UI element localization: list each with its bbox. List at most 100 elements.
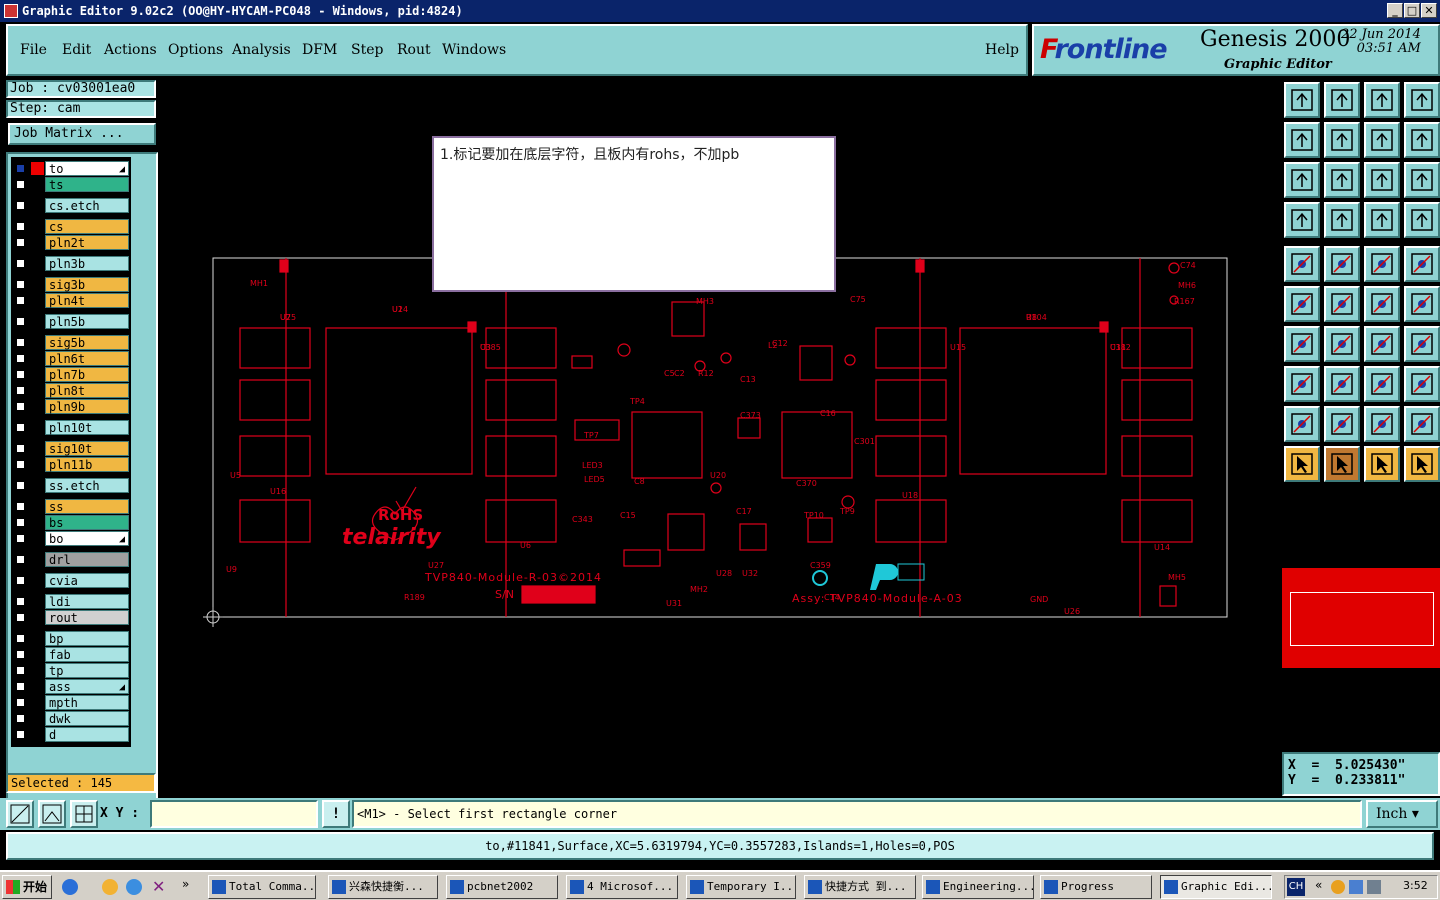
taskbar-item[interactable]: pcbnet2002 — [446, 875, 558, 899]
frame-icon[interactable] — [1404, 326, 1440, 362]
tray-volume-icon[interactable] — [1367, 880, 1381, 894]
layer-name[interactable]: cs.etch — [45, 198, 129, 213]
overview-viewport[interactable] — [1290, 592, 1434, 646]
tools-icon[interactable] — [1284, 202, 1320, 238]
layer-name[interactable]: pln3b — [45, 256, 129, 271]
tray-expand-icon[interactable]: « — [1315, 878, 1322, 892]
taskbar-item[interactable]: 4 Microsof... — [566, 875, 678, 899]
ie-icon[interactable] — [62, 879, 78, 895]
layer-name[interactable]: sig3b — [45, 277, 129, 292]
layer-name[interactable]: tp — [45, 663, 129, 678]
taskbar-item[interactable]: Engineering... — [922, 875, 1034, 899]
layer-name[interactable]: bp — [45, 631, 129, 646]
layer-checkbox[interactable] — [15, 221, 26, 232]
layer-row[interactable]: pln8t — [11, 383, 129, 399]
help-icon[interactable] — [1404, 162, 1440, 198]
move-up-icon[interactable] — [1284, 82, 1320, 118]
menu-analysis[interactable]: Analysis — [232, 42, 291, 58]
ratio-icon[interactable] — [1364, 162, 1400, 198]
layer-name[interactable]: pln10t — [45, 420, 129, 435]
tray-network-icon[interactable] — [1349, 880, 1363, 894]
x-icon[interactable]: ✕ — [152, 877, 165, 896]
start-button[interactable]: 开始 — [2, 875, 52, 899]
layer-name[interactable]: d — [45, 727, 129, 742]
node-2-icon[interactable] — [1404, 286, 1440, 322]
measure-icon[interactable] — [38, 800, 66, 828]
minimize-button[interactable]: _ — [1387, 3, 1403, 18]
layer-checkbox[interactable] — [15, 459, 26, 470]
layer-checkbox[interactable] — [15, 295, 26, 306]
triangle-icon[interactable] — [1284, 406, 1320, 442]
tray-app-icon[interactable] — [1331, 880, 1345, 894]
layer-checkbox[interactable] — [15, 665, 26, 676]
clock-icon[interactable] — [102, 879, 118, 895]
layer-name[interactable]: ass ◢ — [45, 679, 129, 694]
layer-checkbox[interactable] — [15, 633, 26, 644]
select-3-icon[interactable] — [1364, 446, 1400, 482]
tray-clock[interactable]: 3:52 — [1403, 879, 1428, 892]
circle-icon[interactable] — [1404, 246, 1440, 282]
layer-row[interactable]: ldi — [11, 594, 129, 610]
layer-name[interactable]: cs — [45, 219, 129, 234]
center-icon[interactable] — [1324, 162, 1360, 198]
layer-checkbox[interactable] — [15, 316, 26, 327]
layer-name[interactable]: ss.etch — [45, 478, 129, 493]
close-button[interactable]: ✕ — [1421, 3, 1437, 18]
pad-icon[interactable] — [1284, 246, 1320, 282]
layer-row[interactable]: ts — [11, 177, 129, 193]
layer-name[interactable]: drl — [45, 552, 129, 567]
layer-row[interactable]: pln10t — [11, 420, 129, 436]
layer-checkbox[interactable] — [15, 369, 26, 380]
grid-view-icon[interactable] — [1324, 202, 1360, 238]
execute-button[interactable]: ! — [322, 800, 350, 828]
layer-checkbox[interactable] — [15, 681, 26, 692]
pan-left-icon[interactable] — [1284, 122, 1320, 158]
menu-step[interactable]: Step — [351, 42, 383, 58]
layer-row[interactable]: pln5b — [11, 314, 129, 330]
select-2-icon[interactable] — [1324, 446, 1360, 482]
arc-icon[interactable] — [1364, 326, 1400, 362]
polygon-icon[interactable] — [1324, 246, 1360, 282]
ruler-icon[interactable] — [1364, 246, 1400, 282]
layer-name[interactable]: pln4t — [45, 293, 129, 308]
triangle-2-icon[interactable] — [1324, 406, 1360, 442]
layer-row[interactable]: pln6t — [11, 351, 129, 367]
pan-right-icon[interactable] — [1324, 122, 1360, 158]
unit-select[interactable]: Inch ▾ — [1366, 800, 1438, 828]
layer-row[interactable]: fab — [11, 647, 129, 663]
layer-name[interactable]: bs — [45, 515, 129, 530]
layer-name[interactable]: rout — [45, 610, 129, 625]
menu-edit[interactable]: Edit — [62, 42, 91, 58]
arch-icon[interactable] — [1364, 406, 1400, 442]
layer-name[interactable]: pln9b — [45, 399, 129, 414]
layer-row[interactable]: pln4t — [11, 293, 129, 309]
layer-checkbox[interactable] — [15, 501, 26, 512]
layer-row[interactable]: mpth — [11, 695, 129, 711]
angle-icon[interactable] — [1284, 326, 1320, 362]
layer-name[interactable]: to ◢ — [45, 161, 129, 176]
layer-checkbox[interactable] — [15, 443, 26, 454]
xy-input[interactable] — [150, 800, 318, 828]
taskbar-item[interactable]: Progress — [1040, 875, 1152, 899]
layer-checkbox[interactable] — [15, 237, 26, 248]
dimension-icon[interactable] — [1364, 366, 1400, 402]
maximize-button[interactable]: □ — [1404, 3, 1420, 18]
layer-row[interactable]: pln9b — [11, 399, 129, 415]
layer-row[interactable]: ss — [11, 499, 129, 515]
layer-checkbox[interactable] — [15, 385, 26, 396]
layer-checkbox[interactable] — [15, 480, 26, 491]
job-matrix-button[interactable]: Job Matrix ... — [8, 123, 156, 145]
layer-row[interactable]: pln3b — [11, 256, 129, 272]
line-icon[interactable] — [1324, 326, 1360, 362]
layer-checkbox[interactable] — [15, 533, 26, 544]
layer-checkbox[interactable] — [15, 200, 26, 211]
layer-row[interactable]: cvia — [11, 573, 129, 589]
layer-name[interactable]: pln8t — [45, 383, 129, 398]
swap-icon[interactable] — [1364, 122, 1400, 158]
connect-icon[interactable] — [1284, 286, 1320, 322]
layer-checkbox[interactable] — [15, 596, 26, 607]
layer-row[interactable]: ass ◢ — [11, 679, 129, 695]
menu-help[interactable]: Help — [985, 42, 1019, 58]
layer-name[interactable]: ss — [45, 499, 129, 514]
layer-row[interactable]: pln7b — [11, 367, 129, 383]
